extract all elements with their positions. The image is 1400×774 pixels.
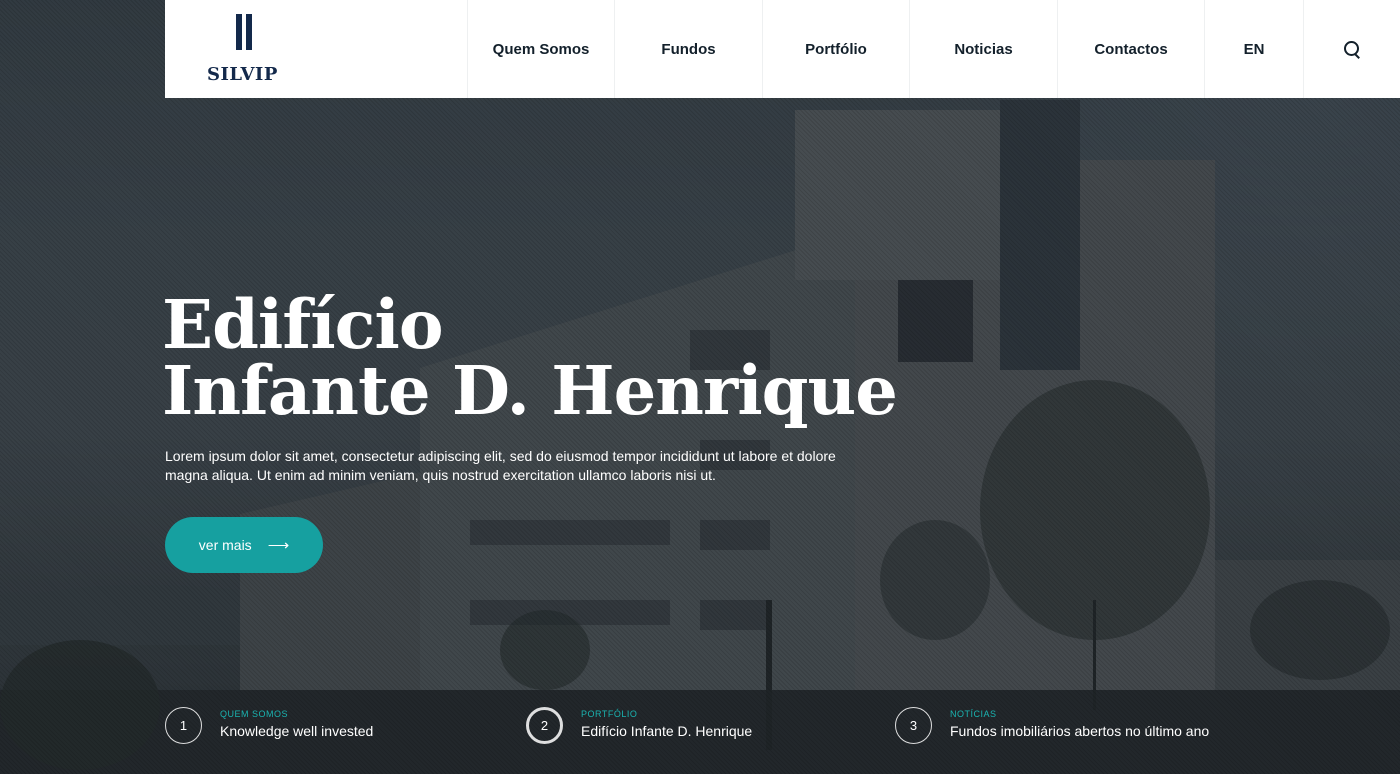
slide-category: QUEM SOMOS bbox=[220, 709, 289, 719]
search-button[interactable] bbox=[1303, 0, 1400, 98]
slide-title: Edifício Infante D. Henrique bbox=[581, 723, 753, 739]
main-nav: Quem Somos Fundos Portfólio Noticias Con… bbox=[467, 0, 1400, 98]
site-header: SILVIP Quem Somos Fundos Portfólio Notic… bbox=[165, 0, 1400, 98]
nav-item-quem-somos[interactable]: Quem Somos bbox=[467, 0, 614, 98]
nav-item-noticias[interactable]: Noticias bbox=[909, 0, 1057, 98]
slide-number: 2 bbox=[526, 707, 563, 744]
slide-number: 1 bbox=[165, 707, 202, 744]
slide-indicator-1[interactable]: 1 QUEM SOMOS Knowledge well invested bbox=[165, 707, 373, 744]
logo-text: SILVIP bbox=[207, 64, 278, 85]
ver-mais-button[interactable]: ver mais ⟶ bbox=[165, 517, 323, 573]
slide-title: Knowledge well invested bbox=[220, 723, 374, 739]
slide-indicator-3[interactable]: 3 NOTÍCIAS Fundos imobiliários abertos n… bbox=[895, 707, 1209, 744]
hero-title-line-2: Infante D. Henrique bbox=[162, 351, 898, 430]
slide-category: PORTFÓLIO bbox=[581, 709, 638, 719]
slide-text: QUEM SOMOS Knowledge well invested bbox=[220, 709, 373, 742]
ver-mais-label: ver mais bbox=[198, 537, 252, 553]
slide-category: NOTÍCIAS bbox=[950, 709, 997, 719]
slide-text: NOTÍCIAS Fundos imobiliários abertos no … bbox=[950, 709, 1209, 742]
nav-item-portfolio[interactable]: Portfólio bbox=[762, 0, 909, 98]
arrow-right-icon: ⟶ bbox=[267, 536, 290, 554]
hero-description: Lorem ipsum dolor sit amet, consectetur … bbox=[165, 448, 836, 483]
hero-title-line-1: Edifício bbox=[162, 285, 444, 364]
hero-title: Edifício Infante D. Henrique bbox=[162, 285, 898, 430]
slide-text: PORTFÓLIO Edifício Infante D. Henrique bbox=[581, 709, 752, 742]
slide-navigation: 1 QUEM SOMOS Knowledge well invested 2 P… bbox=[165, 707, 1265, 747]
slide-title: Fundos imobiliários abertos no último an… bbox=[950, 723, 1210, 739]
slide-number: 3 bbox=[895, 707, 932, 744]
nav-item-contactos[interactable]: Contactos bbox=[1057, 0, 1204, 98]
logo[interactable]: SILVIP bbox=[165, 0, 467, 98]
slide-indicator-2[interactable]: 2 PORTFÓLIO Edifício Infante D. Henrique bbox=[526, 707, 752, 744]
nav-item-fundos[interactable]: Fundos bbox=[614, 0, 762, 98]
language-switch[interactable]: EN bbox=[1204, 0, 1303, 98]
search-icon bbox=[1343, 40, 1361, 58]
logo-mark-icon bbox=[234, 14, 254, 50]
